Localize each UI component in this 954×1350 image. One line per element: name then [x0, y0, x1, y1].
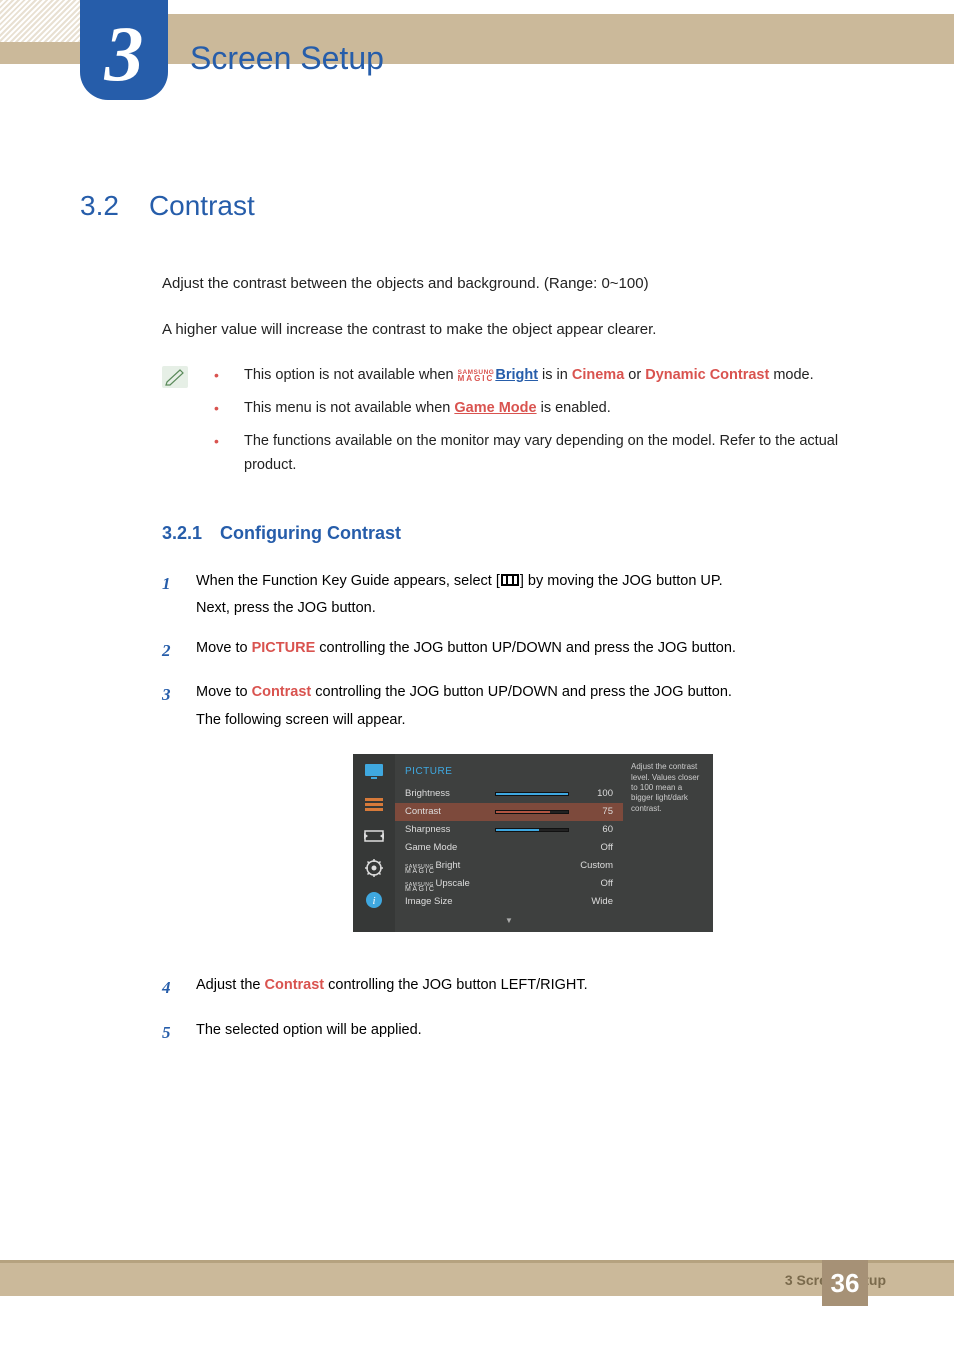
step-5: 5 The selected option will be applied.: [162, 1017, 870, 1049]
osd-icon-column: i: [353, 754, 395, 932]
step-3: 3 Move to Contrast controlling the JOG b…: [162, 679, 870, 960]
osd-row-game-mode: Game Mode Off: [395, 839, 623, 857]
section-heading: 3.2 Contrast: [80, 190, 870, 222]
chapter-title: Screen Setup: [190, 40, 384, 77]
section-number: 3.2: [80, 190, 119, 222]
osd-body: PICTURE Brightness 100 Contrast 75: [395, 754, 623, 932]
note-block: This option is not available when SAMSUN…: [162, 364, 870, 487]
subsection-number: 3.2.1: [162, 523, 202, 544]
bright-link[interactable]: Bright: [495, 367, 538, 383]
note-item-1: This option is not available when SAMSUN…: [214, 364, 870, 387]
footer-bar: 3 Screen Setup 36: [0, 1260, 954, 1296]
pencil-icon: [162, 366, 188, 388]
section-title: Contrast: [149, 190, 255, 222]
osd-row-sharpness: Sharpness 60: [395, 821, 623, 839]
step-2: 2 Move to PICTURE controlling the JOG bu…: [162, 635, 870, 667]
note-bullets: This option is not available when SAMSUN…: [214, 364, 870, 487]
osd-side-help: Adjust the contrast level. Values closer…: [623, 754, 713, 932]
osd-row-brightness: Brightness 100: [395, 785, 623, 803]
step-1: 1 When the Function Key Guide appears, s…: [162, 568, 870, 623]
monitor-icon: [364, 762, 384, 782]
svg-text:i: i: [372, 895, 375, 907]
chapter-badge: 3: [80, 0, 168, 100]
pip-icon: [364, 826, 384, 846]
step-4: 4 Adjust the Contrast controlling the JO…: [162, 972, 870, 1004]
osd-row-magic-upscale: SAMSUNGMAGICUpscale Off: [395, 875, 623, 893]
hatch-pattern: [0, 0, 80, 42]
samsung-magic-logo: SAMSUNGMAGIC: [458, 370, 495, 382]
osd-row-image-size: Image Size Wide: [395, 893, 623, 911]
subsection-heading: 3.2.1 Configuring Contrast: [162, 523, 870, 544]
page-number-badge: 36: [822, 1260, 868, 1306]
menu-icon: [501, 574, 519, 586]
section-intro-2: A higher value will increase the contras…: [162, 318, 870, 342]
gear-icon: [364, 858, 384, 878]
osd-row-magic-bright: SAMSUNGMAGICBright Custom: [395, 857, 623, 875]
page-number: 36: [831, 1268, 860, 1299]
osd-header: PICTURE: [395, 754, 623, 785]
step-list: 1 When the Function Key Guide appears, s…: [162, 568, 870, 1049]
bars-icon: [364, 794, 384, 814]
chapter-number: 3: [105, 15, 144, 93]
note-item-2: This menu is not available when Game Mod…: [214, 397, 870, 420]
subsection-title: Configuring Contrast: [220, 523, 401, 544]
game-mode-link[interactable]: Game Mode: [454, 400, 536, 416]
osd-screenshot: i PICTURE Brightness 100 Contrast: [353, 754, 713, 932]
info-icon: i: [364, 890, 384, 910]
osd-down-arrow-icon: ▼: [395, 911, 623, 932]
note-item-3: The functions available on the monitor m…: [214, 430, 870, 476]
osd-row-contrast: Contrast 75: [395, 803, 623, 821]
section-intro-1: Adjust the contrast between the objects …: [162, 272, 870, 296]
